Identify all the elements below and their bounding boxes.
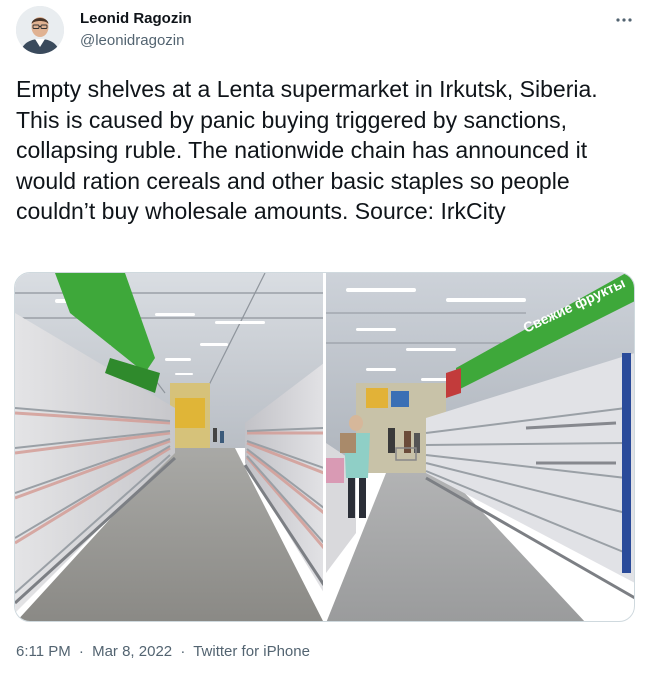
- tweet-text: Empty shelves at a Lenta supermarket in …: [16, 76, 598, 224]
- meta-separator: ·: [78, 643, 84, 660]
- meta-separator: ·: [180, 643, 186, 660]
- tweet-media[interactable]: Свежие фрукты: [14, 272, 635, 622]
- avatar[interactable]: [16, 6, 64, 54]
- author-block[interactable]: Leonid Ragozin @leonidragozin: [80, 10, 192, 51]
- tweet-meta: 6:11 PM · Mar 8, 2022 · Twitter for iPho…: [16, 642, 310, 662]
- tweet-card: Leonid Ragozin @leonidragozin Empty shel…: [0, 0, 650, 674]
- more-dots-icon[interactable]: [614, 10, 634, 30]
- photo-empty-shelves-aisle-left[interactable]: [15, 273, 323, 621]
- author-handle[interactable]: @leonidragozin: [80, 31, 192, 51]
- tweet-time[interactable]: 6:11 PM: [16, 643, 71, 660]
- tweet-date[interactable]: Mar 8, 2022: [92, 643, 172, 660]
- tweet-source[interactable]: Twitter for iPhone: [193, 643, 310, 660]
- profile-photo-icon: [16, 6, 64, 54]
- author-display-name[interactable]: Leonid Ragozin: [80, 10, 192, 28]
- tweet-header: Leonid Ragozin @leonidragozin: [16, 4, 634, 60]
- photo-empty-shelves-aisle-right[interactable]: Свежие фрукты: [325, 273, 634, 621]
